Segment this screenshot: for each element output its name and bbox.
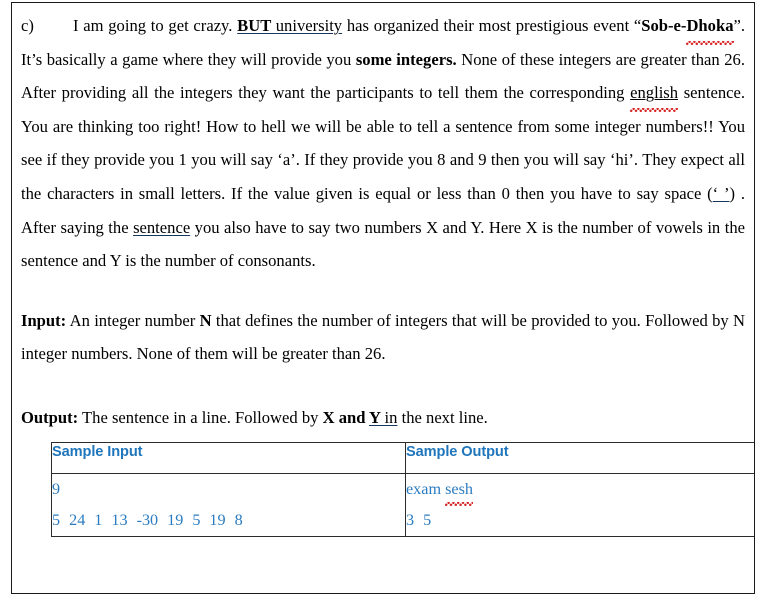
num-7: 19 (209, 510, 226, 529)
num-5: 19 (167, 510, 184, 529)
sample-output-header: Sample Output (406, 443, 509, 460)
sample-input-numbers: 5 24 1 13 -30 19 5 19 8 (52, 505, 405, 536)
num-2: 1 (94, 510, 103, 529)
emphasis-dhoka: Dhoka (686, 9, 734, 45)
emphasis-space-quote: ‘ ’ (712, 183, 730, 203)
emphasis-university: university (275, 16, 343, 35)
para-text-2: has organized their most prestigious eve… (342, 16, 642, 35)
para-text-1: I am going to get crazy. (73, 16, 238, 35)
section-spacer-1 (21, 278, 745, 304)
output-text-b: the next line. (397, 407, 488, 427)
output-bold-x-and: X and (322, 407, 369, 427)
emphasis-but: BUT (237, 16, 276, 35)
table-header-cell-output: Sample Output (405, 441, 754, 474)
num-1: 24 (69, 510, 86, 529)
num-8: 8 (234, 510, 243, 529)
output-text-a: The sentence in a line. Followed by (78, 407, 323, 427)
input-section: Input: An integer number N that defines … (21, 304, 745, 371)
output-word-sesh: sesh (445, 474, 473, 506)
output-bold-underline-y: Y (369, 407, 385, 427)
num-4: -30 (136, 510, 159, 529)
table-cell-sample-output: exam sesh 35 (405, 472, 754, 537)
num-3: 13 (111, 510, 128, 529)
output-label: Output: (21, 407, 79, 427)
sample-output-sentence: exam sesh (406, 474, 754, 506)
list-marker: c) (21, 16, 34, 35)
input-text-a: An integer number (66, 310, 200, 330)
sample-output-counts: 35 (406, 505, 754, 536)
problem-statement-paragraph: c) I am going to get crazy. BUT universit… (21, 9, 745, 278)
input-bold-n: N (199, 310, 212, 330)
document-content: c) I am going to get crazy. BUT universit… (12, 3, 754, 537)
table-row: 9 5 24 1 13 -30 19 5 19 8 exam sesh 35 (51, 472, 754, 537)
emphasis-sob-e: Sob-e- (641, 16, 687, 35)
output-underline-in: in (384, 407, 398, 427)
section-spacer-2 (21, 371, 745, 401)
input-label: Input: (21, 310, 67, 330)
sample-io-table: Sample Input Sample Output 9 5 24 1 13 -30 19… (51, 441, 754, 537)
out-num-1: 5 (423, 510, 432, 529)
table-header-cell-input: Sample Input (51, 441, 406, 474)
output-word-exam: exam (406, 479, 442, 498)
table-header-row: Sample Input Sample Output (51, 441, 754, 474)
sample-input-header: Sample Input (52, 443, 143, 460)
sample-input-count: 9 (52, 479, 61, 498)
emphasis-sentence: sentence (133, 217, 191, 237)
out-num-0: 3 (406, 510, 415, 529)
output-section: Output: The sentence in a line. Followed… (21, 401, 745, 435)
num-0: 5 (52, 510, 61, 529)
emphasis-english: english (630, 76, 678, 112)
document-page: c) I am going to get crazy. BUT universit… (11, 2, 755, 594)
table-cell-sample-input: 9 5 24 1 13 -30 19 5 19 8 (51, 472, 406, 537)
num-6: 5 (192, 510, 201, 529)
emphasis-some-integers: some integers. (355, 49, 457, 69)
